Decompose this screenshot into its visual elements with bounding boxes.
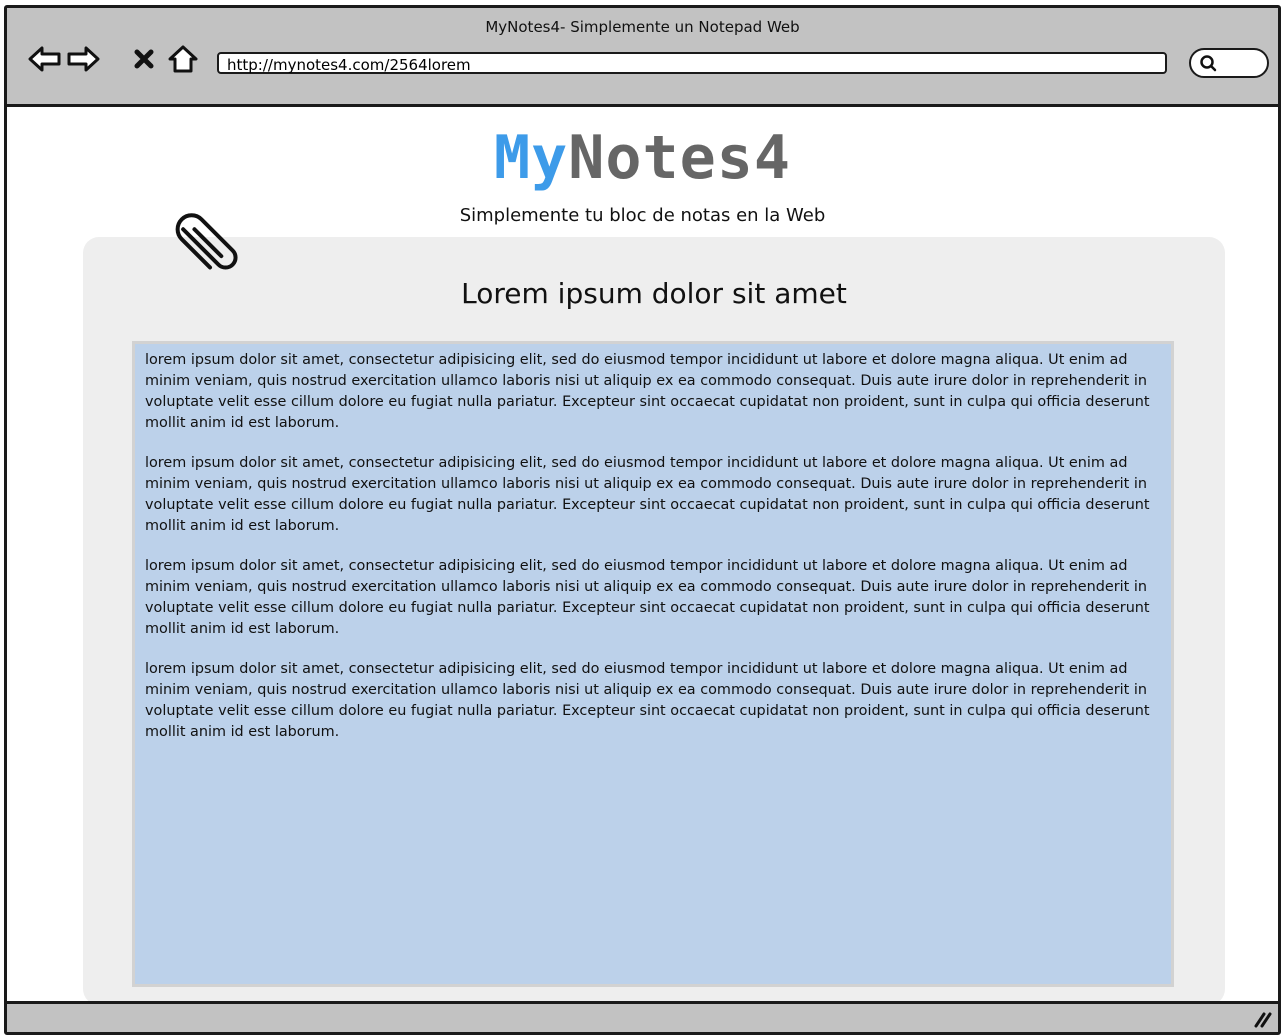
note-title[interactable]: Lorem ipsum dolor sit amet <box>83 277 1225 310</box>
window-title: MyNotes4- Simplemente un Notepad Web <box>485 18 800 36</box>
resize-grip-icon[interactable] <box>1254 1012 1272 1028</box>
browser-window: MyNotes4- Simplemente un Notepad Web htt… <box>4 5 1281 1035</box>
paperclip-icon <box>175 213 238 270</box>
note-editor[interactable]: lorem ipsum dolor sit amet, consectetur … <box>132 341 1174 987</box>
forward-arrow-icon[interactable] <box>65 44 101 74</box>
note-panel: Lorem ipsum dolor sit amet lorem ipsum d… <box>83 237 1225 1005</box>
note-paragraph: lorem ipsum dolor sit amet, consectetur … <box>145 455 1150 534</box>
close-icon[interactable] <box>131 44 157 74</box>
page-content: MyNotes4 Simplemente tu bloc de notas en… <box>7 107 1278 1005</box>
site-logo[interactable]: MyNotes4 <box>7 123 1278 193</box>
search-icon <box>1200 55 1217 72</box>
status-bar <box>7 1001 1278 1032</box>
search-field[interactable] <box>1189 48 1269 78</box>
address-bar[interactable]: http://mynotes4.com/2564lorem <box>217 52 1167 74</box>
note-paragraph: lorem ipsum dolor sit amet, consectetur … <box>145 558 1150 637</box>
note-paragraph: lorem ipsum dolor sit amet, consectetur … <box>145 352 1150 431</box>
back-arrow-icon[interactable] <box>27 44 63 74</box>
logo-part-my: My <box>494 123 569 193</box>
home-icon[interactable] <box>165 44 201 74</box>
logo-part-notes: Notes4 <box>568 123 791 193</box>
note-paragraph: lorem ipsum dolor sit amet, consectetur … <box>145 661 1150 740</box>
browser-chrome: MyNotes4- Simplemente un Notepad Web htt… <box>7 8 1278 107</box>
